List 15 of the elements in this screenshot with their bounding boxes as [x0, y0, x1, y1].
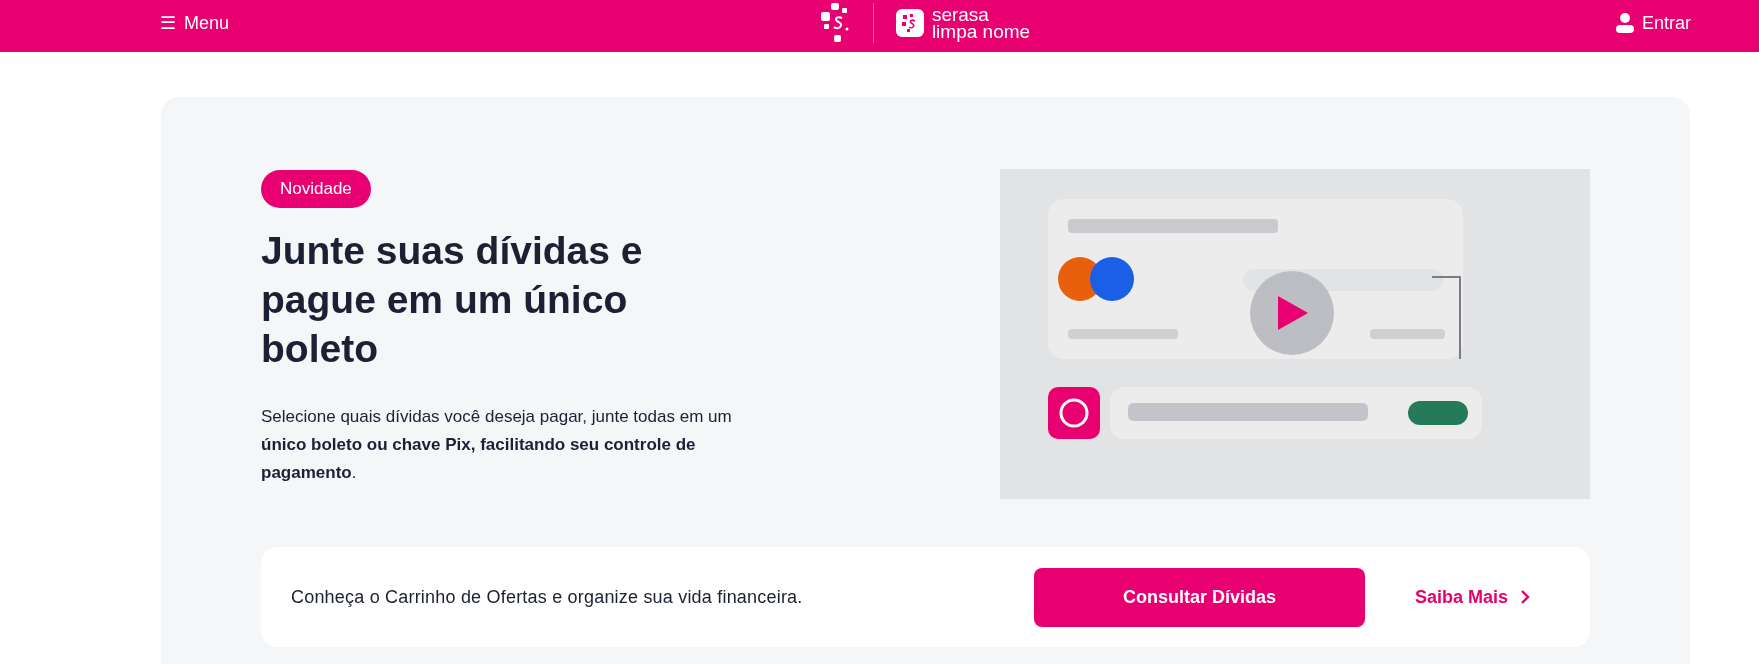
brand-name: serasa — [931, 6, 990, 23]
chevron-right-icon — [1520, 589, 1530, 605]
play-icon — [1278, 296, 1308, 330]
serasa-logo-icon — [820, 3, 851, 43]
limpa-nome-logo-icon — [895, 9, 924, 37]
cta-text: Conheça o Carrinho de Ofertas e organize sua vida financeira. — [291, 586, 804, 608]
user-icon — [1615, 13, 1634, 33]
login-button[interactable]: Entrar — [1615, 8, 1691, 38]
more-link[interactable]: Saiba Mais — [1414, 586, 1530, 608]
hero-description: Selecione quais dívidas você deseja pagar, junte todas em um único boleto ou chave Pix, facilitando seu controle de pagamento. — [261, 406, 733, 484]
consult-button[interactable]: Consultar Dívidas — [1033, 567, 1365, 627]
hero-title: Junte suas dívidas e pague em um único boleto — [261, 228, 644, 372]
menu-button[interactable]: ☰ Menu — [160, 8, 230, 38]
brand-name: limpa nome — [931, 23, 1031, 40]
new-badge: Novidade — [261, 170, 371, 208]
